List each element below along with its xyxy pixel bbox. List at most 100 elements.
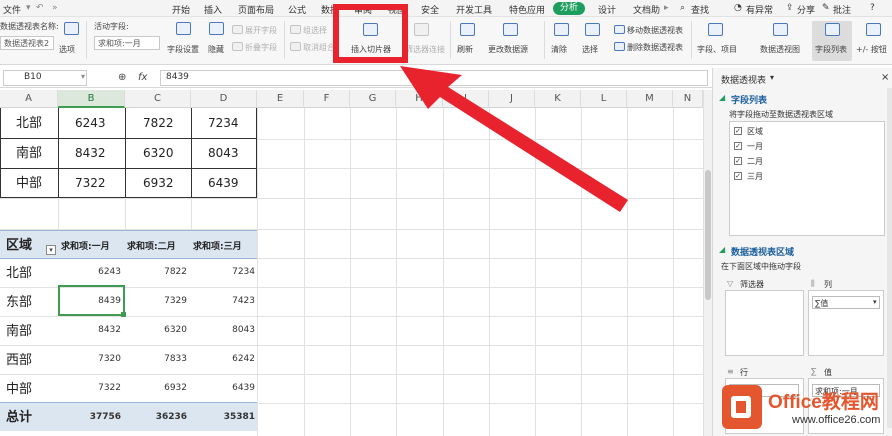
find-label[interactable]: 查找 [691,3,709,16]
source-value-cell[interactable]: 6243 [75,109,106,138]
pivot-value-cell[interactable]: 7423 [195,296,255,306]
refresh-icon[interactable] [460,23,475,36]
pivot-value-cell[interactable]: 7320 [61,354,121,364]
source-value-cell[interactable]: 6932 [143,169,174,198]
chevron-down-icon[interactable]: ▾ [26,3,31,13]
field-checkbox[interactable]: ✓ [734,172,742,180]
column-header-B[interactable]: B [58,90,125,108]
scrollbar-thumb[interactable] [705,170,711,300]
field-item-label[interactable]: 区域 [747,126,763,137]
pivot-row-label[interactable]: 中部 [6,375,32,404]
tab-file[interactable]: 文件 [3,3,21,16]
share-button[interactable]: 分享 [797,3,815,16]
pivot-value-cell[interactable]: 6242 [195,354,255,364]
column-header-A[interactable]: A [0,90,58,108]
plus-minus-icon[interactable] [866,23,881,36]
column-header-D[interactable]: D [191,90,257,108]
tab-security[interactable]: 安全 [421,3,439,16]
filter-drop-area[interactable] [725,290,804,356]
tab-developer[interactable]: 开发工具 [456,3,492,16]
active-field-input[interactable]: 求和项:一月 [94,36,160,50]
field-item-label[interactable]: 一月 [747,141,763,152]
pivot-total-feb[interactable]: 36236 [127,412,187,422]
tab-design[interactable]: 设计 [598,3,616,16]
group-selection-button[interactable]: 组选择 [303,25,327,36]
field-list-button[interactable]: 字段列表 [815,44,847,55]
columns-field-pill[interactable]: ∑值 ▾ [812,296,880,309]
pivot-row-label[interactable]: 西部 [6,346,32,375]
chevron-down-icon[interactable]: ▾ [770,73,774,82]
more-icon[interactable]: » [52,3,58,13]
move-pivot-icon[interactable] [614,25,625,34]
column-header-F[interactable]: F [304,90,350,108]
field-settings-icon[interactable] [176,22,191,35]
overflow-icon[interactable]: ▸ [664,3,669,13]
pivot-total-jan[interactable]: 37756 [61,412,121,422]
source-value-cell[interactable]: 8043 [208,139,239,168]
tab-doc-helper[interactable]: 文档助 [633,3,660,16]
columns-drop-area[interactable]: ∑值 ▾ [808,290,884,356]
collapse-triangle-icon[interactable]: ◢ [719,245,725,254]
source-value-cell[interactable]: 7822 [143,109,174,138]
pivot-value-cell[interactable]: 7833 [127,354,187,364]
pivot-row-label[interactable]: 南部 [6,317,32,346]
pivot-value-cell[interactable]: 6243 [61,267,121,277]
collapse-triangle-icon[interactable]: ◢ [719,93,725,102]
name-box[interactable]: B10 [3,70,87,86]
plus-minus-button[interactable]: +/- 按钮 [856,44,887,55]
column-header-L[interactable]: L [581,90,627,108]
delete-pivot-button[interactable]: 删除数据透视表 [627,42,683,53]
chevron-down-icon[interactable]: ▾ [873,298,877,306]
cell-grid[interactable]: 北部 6243 7822 7234 南部 8432 6320 8043 中部 7… [0,108,712,436]
pivot-value-cell[interactable]: 6320 [127,325,187,335]
source-value-cell[interactable]: 6439 [208,169,239,198]
formula-input[interactable]: 8439 [160,70,708,86]
pivot-name-input[interactable]: 数据透视表2 [0,36,54,50]
pivot-row-label[interactable]: 北部 [6,259,32,288]
tab-special[interactable]: 特色应用 [509,3,545,16]
column-header-E[interactable]: E [257,90,304,108]
expand-field-button[interactable]: 展开字段 [245,25,277,36]
search-icon[interactable]: ⌕ [680,3,685,13]
source-region-cell[interactable]: 北部 [16,109,42,138]
field-checkbox[interactable]: ✓ [734,142,742,150]
options-icon[interactable] [64,22,79,35]
collapse-field-button[interactable]: 折叠字段 [245,42,277,53]
change-data-source-button[interactable]: 更改数据源 [488,44,528,55]
tab-formulas[interactable]: 公式 [288,3,306,16]
pivot-value-cell[interactable]: 7234 [195,267,255,277]
pivot-value-cell[interactable]: 8043 [195,325,255,335]
pivot-value-cell[interactable]: 7822 [127,267,187,277]
clear-button[interactable]: 清除 [551,44,567,55]
tab-page-layout[interactable]: 页面布局 [238,3,274,16]
tab-home[interactable]: 开始 [172,3,190,16]
pivot-value-cell[interactable]: 8432 [61,325,121,335]
clear-icon[interactable] [554,23,569,36]
select-icon[interactable] [585,23,600,36]
pivot-value-cell[interactable]: 7329 [127,296,187,306]
vertical-scrollbar[interactable] [703,90,712,436]
options-button[interactable]: 选项 [59,44,75,55]
chevron-down-icon[interactable]: ▾ [81,72,85,81]
pivot-total-mar[interactable]: 35381 [195,412,255,422]
source-region-cell[interactable]: 中部 [16,169,42,198]
pivot-value-cell[interactable]: 6932 [127,383,187,393]
tab-insert[interactable]: 插入 [204,3,222,16]
column-header-N[interactable]: N [673,90,703,108]
source-value-cell[interactable]: 8432 [75,139,106,168]
hide-icon[interactable] [209,22,224,35]
column-header-H[interactable]: H [396,90,443,108]
field-item-label[interactable]: 三月 [747,171,763,182]
undo-icon[interactable]: ↶ [36,3,44,13]
pivot-row-label[interactable]: 东部 [6,288,32,317]
delete-pivot-icon[interactable] [614,42,625,51]
pivot-value-cell-selected[interactable]: 8439 [61,296,121,306]
fields-items-icon[interactable] [708,23,723,36]
field-checkbox[interactable]: ✓ [734,127,742,135]
pivot-chart-icon[interactable] [773,23,788,36]
fill-handle[interactable] [121,312,126,317]
column-header-M[interactable]: M [627,90,673,108]
refresh-button[interactable]: 刷新 [457,44,473,55]
column-header-K[interactable]: K [535,90,581,108]
zoom-icon[interactable]: ⊕ [118,72,126,83]
